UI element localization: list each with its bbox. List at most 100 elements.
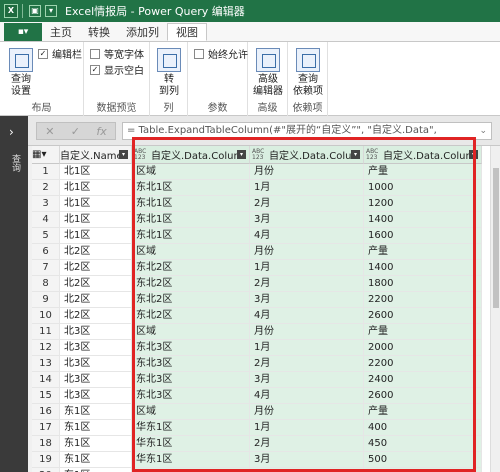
table-cell[interactable]: 1800 [364, 276, 482, 292]
table-cell[interactable]: 东北1区 [132, 212, 250, 228]
table-row[interactable]: 2 北1区 东北1区 1月 1000 [32, 180, 494, 196]
table-cell[interactable]: 东北2区 [132, 308, 250, 324]
table-cell[interactable]: 3月 [250, 452, 364, 468]
table-cell[interactable]: 东北1区 [132, 196, 250, 212]
table-cell[interactable]: 4月 [250, 388, 364, 404]
table-cell[interactable]: 1月 [250, 180, 364, 196]
table-cell[interactable]: 1月 [250, 340, 364, 356]
type-any-icon[interactable]: ABC 123 [252, 148, 266, 161]
table-row[interactable]: 17 东1区 华东1区 1月 400 [32, 420, 494, 436]
table-cell[interactable]: 4月 [250, 308, 364, 324]
table-cell[interactable]: 北3区 [60, 356, 132, 372]
tab-home[interactable]: 主页 [42, 23, 80, 41]
table-cell[interactable]: 华东1区 [132, 468, 250, 472]
table-cell[interactable]: 400 [364, 420, 482, 436]
table-cell[interactable]: 2200 [364, 356, 482, 372]
column-header[interactable]: ABC 123自定义.Data.Colum...▾ [132, 146, 250, 164]
show-whitespace-checkbox[interactable]: ✓ [90, 64, 100, 75]
advanced-editor-button[interactable]: 高级 编辑器 [252, 48, 284, 98]
table-row[interactable]: 15 北3区 东北3区 4月 2600 [32, 388, 494, 404]
table-cell[interactable]: 2600 [364, 388, 482, 404]
table-cell[interactable]: 东北3区 [132, 356, 250, 372]
table-row[interactable]: 9 北2区 东北2区 3月 2200 [32, 292, 494, 308]
table-row[interactable]: 18 东1区 华东1区 2月 450 [32, 436, 494, 452]
fx-icon[interactable]: fx [96, 125, 106, 138]
table-row[interactable]: 5 北1区 东北1区 4月 1600 [32, 228, 494, 244]
table-cell[interactable]: 北2区 [60, 260, 132, 276]
table-cell[interactable]: 东1区 [60, 468, 132, 472]
table-cell[interactable]: 2000 [364, 340, 482, 356]
table-row[interactable]: 4 北1区 东北1区 3月 1400 [32, 212, 494, 228]
table-cell[interactable]: 产量 [364, 244, 482, 260]
filter-dropdown-icon[interactable]: ▾ [237, 150, 246, 159]
table-cell[interactable]: 北3区 [60, 340, 132, 356]
column-header[interactable]: 自定义.Name ▾ [60, 146, 132, 164]
tab-view[interactable]: 视图 [167, 23, 207, 41]
table-cell[interactable]: 北1区 [60, 228, 132, 244]
table-row[interactable]: 7 北2区 东北2区 1月 1400 [32, 260, 494, 276]
table-row[interactable]: 14 北3区 东北3区 3月 2400 [32, 372, 494, 388]
table-cell[interactable]: 北1区 [60, 196, 132, 212]
table-cell[interactable]: 东北1区 [132, 180, 250, 196]
table-cell[interactable]: 北2区 [60, 292, 132, 308]
table-cell[interactable]: 2600 [364, 308, 482, 324]
table-cell[interactable]: 东北3区 [132, 388, 250, 404]
table-cell[interactable]: 月份 [250, 244, 364, 260]
scrollbar-thumb[interactable] [493, 168, 499, 308]
confirm-icon[interactable]: ✓ [71, 125, 80, 138]
tab-add-column[interactable]: 添加列 [118, 23, 167, 41]
table-cell[interactable]: 月份 [250, 324, 364, 340]
table-cell[interactable]: 1600 [364, 228, 482, 244]
table-cell[interactable]: 北2区 [60, 308, 132, 324]
table-row[interactable]: 6 北2区 区域 月份 产量 [32, 244, 494, 260]
table-cell[interactable]: 4月 [250, 228, 364, 244]
table-row[interactable]: 20东1区华东1区4月550 [32, 468, 494, 472]
table-cell[interactable]: 产量 [364, 324, 482, 340]
tab-transform[interactable]: 转换 [80, 23, 118, 41]
table-cell[interactable]: 东北2区 [132, 292, 250, 308]
save-icon[interactable]: ▣ [29, 5, 41, 17]
table-cell[interactable]: 1400 [364, 212, 482, 228]
query-settings-button[interactable]: 查询 设置 [6, 48, 36, 98]
table-cell[interactable]: 北1区 [60, 164, 132, 180]
table-cell[interactable]: 华东1区 [132, 420, 250, 436]
table-cell[interactable]: 区域 [132, 404, 250, 420]
file-menu-button[interactable]: ▪▾ [4, 23, 42, 41]
table-cell[interactable]: 2400 [364, 372, 482, 388]
table-cell[interactable]: 4月 [250, 468, 364, 472]
table-row[interactable]: 12 北3区 东北3区 1月 2000 [32, 340, 494, 356]
table-cell[interactable]: 1月 [250, 260, 364, 276]
table-cell[interactable]: 3月 [250, 212, 364, 228]
monospace-checkbox[interactable] [90, 48, 100, 59]
table-cell[interactable]: 华东1区 [132, 436, 250, 452]
table-row[interactable]: 1 北1区 区域 月份 产量 [32, 164, 494, 180]
table-cell[interactable]: 东北1区 [132, 228, 250, 244]
table-cell[interactable]: 东1区 [60, 452, 132, 468]
table-cell[interactable]: 东北3区 [132, 372, 250, 388]
table-cell[interactable]: 2月 [250, 276, 364, 292]
table-row[interactable]: 13 北3区 东北3区 2月 2200 [32, 356, 494, 372]
table-cell[interactable]: 1月 [250, 420, 364, 436]
type-any-icon[interactable]: ABC 123 [366, 148, 380, 161]
table-cell[interactable]: 北1区 [60, 212, 132, 228]
table-cell[interactable]: 1000 [364, 180, 482, 196]
table-cell[interactable]: 东1区 [60, 404, 132, 420]
always-allow-checkbox[interactable] [194, 48, 204, 59]
column-header[interactable]: ABC 123自定义.Data.Colum...▾ [250, 146, 364, 164]
table-cell[interactable]: 月份 [250, 164, 364, 180]
column-header[interactable]: ABC 123自定义.Data.Colum...▾ [364, 146, 482, 164]
table-cell[interactable]: 北2区 [60, 276, 132, 292]
table-cell[interactable]: 产量 [364, 404, 482, 420]
table-cell[interactable]: 2月 [250, 196, 364, 212]
table-cell[interactable]: 北3区 [60, 372, 132, 388]
table-cell[interactable]: 东北2区 [132, 260, 250, 276]
table-cell[interactable]: 1200 [364, 196, 482, 212]
filter-dropdown-icon[interactable]: ▾ [469, 150, 478, 159]
filter-dropdown-icon[interactable]: ▾ [119, 150, 128, 159]
table-cell[interactable]: 2200 [364, 292, 482, 308]
cancel-icon[interactable]: ✕ [45, 125, 54, 138]
table-cell[interactable]: 1400 [364, 260, 482, 276]
table-cell[interactable]: 东北3区 [132, 340, 250, 356]
type-any-icon[interactable]: ABC 123 [134, 148, 148, 161]
expand-queries-icon[interactable]: › [9, 125, 14, 139]
